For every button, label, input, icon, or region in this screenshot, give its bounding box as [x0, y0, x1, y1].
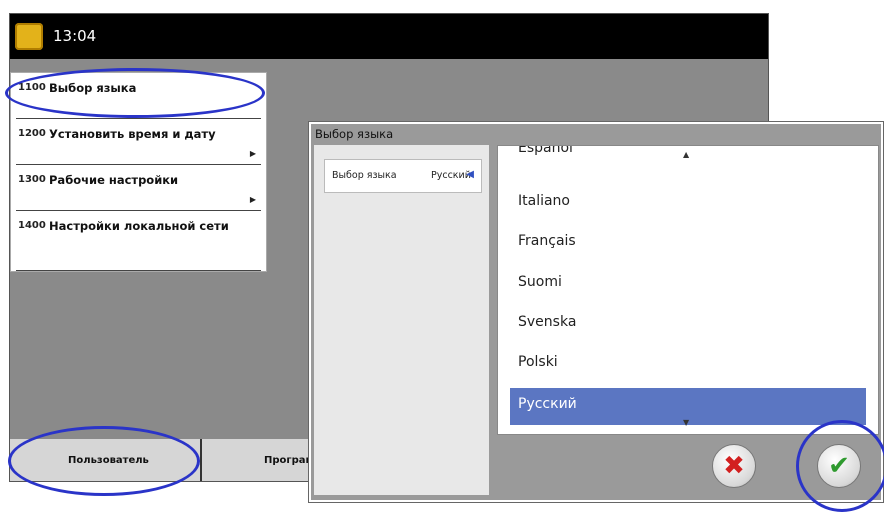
- menu-item-label: Рабочие настройки: [49, 173, 179, 187]
- confirm-button[interactable]: ✔: [817, 444, 861, 488]
- language-field-label: Выбор языка: [332, 170, 397, 181]
- language-option-label: Polski: [518, 354, 558, 370]
- menu-item-1200[interactable]: 1200 Установить время и дату ▶: [11, 119, 266, 165]
- tab-label: Пользователь: [68, 455, 149, 466]
- language-option[interactable]: Suomi: [510, 266, 866, 303]
- language-option[interactable]: Italiano: [510, 185, 866, 222]
- language-option-label: Suomi: [518, 274, 562, 290]
- menu-item-label: Установить время и дату: [49, 127, 216, 141]
- menu-item-1100[interactable]: 1100 Выбор языка: [11, 73, 266, 119]
- dialog-left-pane: Выбор языка Русский ◀: [314, 145, 489, 495]
- language-field-value: Русский: [431, 170, 471, 181]
- menu-item-code: 1200: [18, 128, 46, 139]
- dialog-title: Выбор языка: [315, 127, 394, 141]
- scroll-down-icon[interactable]: ▼: [683, 418, 689, 427]
- status-bar: 13:04: [10, 14, 768, 59]
- tab-label: Програм: [264, 455, 314, 466]
- app-logo-icon: [15, 23, 43, 50]
- language-list: ▲ Español Italiano Français Suomi Svensk…: [497, 145, 879, 435]
- menu-item-label: Настройки локальной сети: [49, 219, 229, 233]
- divider: [16, 270, 261, 271]
- menu-item-code: 1400: [18, 220, 46, 231]
- chevron-right-icon: ▶: [249, 195, 256, 204]
- language-option[interactable]: Polski: [510, 346, 866, 383]
- language-option[interactable]: Français: [510, 225, 866, 262]
- caret-left-icon: ◀: [466, 169, 474, 180]
- menu-item-code: 1100: [18, 82, 46, 93]
- language-option-label: Français: [518, 233, 576, 249]
- menu-item-1300[interactable]: 1300 Рабочие настройки ▶: [11, 165, 266, 211]
- clock: 13:04: [53, 27, 97, 45]
- language-option-label: Italiano: [518, 193, 570, 209]
- language-option-label: Русский: [518, 396, 577, 412]
- language-option[interactable]: Svenska: [510, 306, 866, 343]
- menu-item-label: Выбор языка: [49, 81, 137, 95]
- language-option-label: Español: [518, 145, 573, 156]
- language-option-label: Svenska: [518, 314, 577, 330]
- tab-user[interactable]: Пользователь: [10, 439, 202, 481]
- language-option[interactable]: Español: [510, 146, 866, 168]
- menu-item-1400[interactable]: 1400 Настройки локальной сети: [11, 211, 266, 271]
- chevron-right-icon: ▶: [249, 149, 256, 158]
- cancel-button[interactable]: ✖: [712, 444, 756, 488]
- language-dialog: Выбор языка Выбор языка Русский ◀ ▲ Espa…: [309, 122, 883, 502]
- menu-item-code: 1300: [18, 174, 46, 185]
- settings-menu: 1100 Выбор языка 1200 Установить время и…: [10, 72, 267, 272]
- language-field[interactable]: Выбор языка Русский ◀: [324, 159, 482, 193]
